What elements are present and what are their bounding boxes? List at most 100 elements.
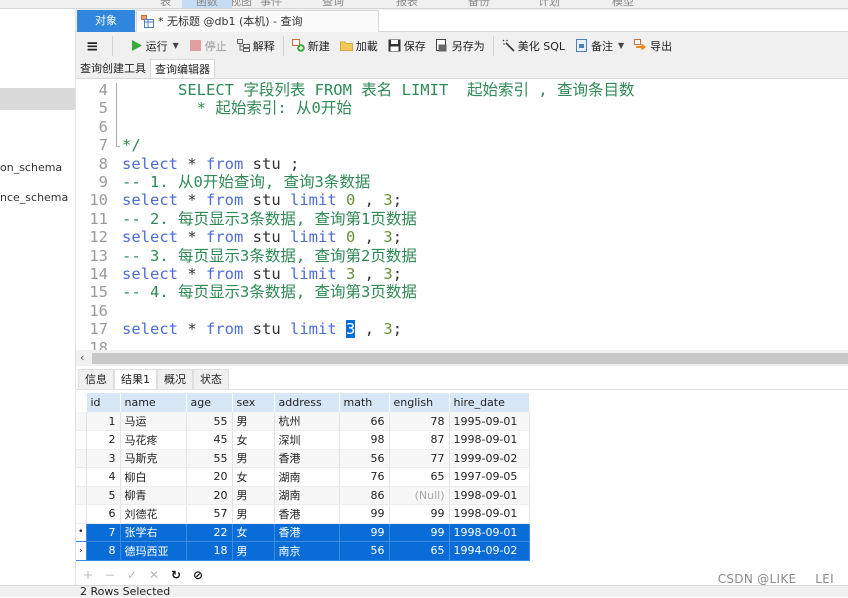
column-header-age[interactable]: age xyxy=(186,393,233,412)
cell-sex[interactable]: 女 xyxy=(232,523,275,542)
table-row[interactable]: 2 马花疼 45 女深圳 98 87 1998-09-01 xyxy=(76,430,530,450)
cell-hire-date[interactable]: 1999-09-02 xyxy=(449,449,530,468)
save-as-button[interactable]: 另存为 xyxy=(431,35,490,57)
cell-math[interactable]: 98 xyxy=(339,430,390,450)
cell-age[interactable]: 20 xyxy=(186,467,233,487)
cell-math[interactable]: 76 xyxy=(339,467,390,487)
cell-hire-date[interactable]: 1994-09-02 xyxy=(449,541,530,561)
apply-changes-icon[interactable]: ✓ xyxy=(126,568,138,582)
cell-name[interactable]: 德玛西亚 xyxy=(120,541,187,561)
menu-item-event[interactable]: 事件 xyxy=(260,0,282,8)
cell-name[interactable]: 马斯克 xyxy=(120,449,187,468)
cell-address[interactable]: 南京 xyxy=(274,541,340,561)
column-header-hire-date[interactable]: hire_date xyxy=(449,393,530,412)
column-header-math[interactable]: math xyxy=(339,393,390,412)
code-line[interactable]: 6 xyxy=(76,118,848,136)
code-line[interactable]: 15 -- 4. 每页显示3条数据, 查询第3页数据 xyxy=(76,283,848,301)
cell-id[interactable]: 3 xyxy=(86,449,121,468)
editor-horizontal-scrollbar[interactable]: ‹ xyxy=(76,350,848,366)
column-header-address[interactable]: address xyxy=(274,393,340,412)
row-header[interactable] xyxy=(76,467,87,487)
menu-item-schedule[interactable]: 计划 xyxy=(538,0,560,8)
cell-address[interactable]: 湖南 xyxy=(274,467,340,487)
cell-english[interactable]: (Null) xyxy=(389,486,450,505)
cell-address[interactable]: 香港 xyxy=(274,504,340,524)
cell-name[interactable]: 柳青 xyxy=(120,486,187,505)
table-row[interactable]: • 7 张学右 22 女香港 99 99 1998-09-01 xyxy=(76,523,530,542)
cell-sex[interactable]: 女 xyxy=(232,467,275,487)
discard-changes-icon[interactable]: ✕ xyxy=(148,568,160,582)
cell-age[interactable]: 22 xyxy=(186,523,233,542)
cell-hire-date[interactable]: 1995-09-01 xyxy=(449,412,530,431)
column-header-name[interactable]: name xyxy=(120,393,187,412)
cell-id[interactable]: 5 xyxy=(86,486,121,505)
comment-dropdown-caret-icon[interactable]: ▼ xyxy=(618,41,624,50)
cell-english[interactable]: 87 xyxy=(389,430,450,450)
stop-button[interactable]: 停止 xyxy=(184,35,232,57)
cell-id[interactable]: 8 xyxy=(86,541,121,561)
tab-result-1[interactable]: 结果1 xyxy=(114,369,157,389)
cell-hire-date[interactable]: 1998-09-01 xyxy=(449,486,530,505)
cell-id[interactable]: 7 xyxy=(86,523,121,542)
cell-address[interactable]: 香港 xyxy=(274,449,340,468)
table-row[interactable]: › 8 德玛西亚 18 男南京 56 65 1994-09-02 xyxy=(76,541,530,561)
cell-sex[interactable]: 女 xyxy=(232,430,275,450)
cell-hire-date[interactable]: 1997-09-05 xyxy=(449,467,530,487)
cell-id[interactable]: 1 xyxy=(86,412,121,431)
menu-item-query[interactable]: 查询 xyxy=(322,0,344,8)
cell-english[interactable]: 99 xyxy=(389,523,450,542)
code-line[interactable]: 5 * 起始索引: 从0开始 xyxy=(76,99,848,117)
cell-sex[interactable]: 男 xyxy=(232,486,275,505)
cell-english[interactable]: 77 xyxy=(389,449,450,468)
row-header[interactable] xyxy=(76,430,87,450)
menu-item-report[interactable]: 报表 xyxy=(396,0,418,8)
cell-address[interactable]: 杭州 xyxy=(274,412,340,431)
cell-math[interactable]: 99 xyxy=(339,504,390,524)
scrollbar-thumb[interactable] xyxy=(92,353,848,364)
cell-name[interactable]: 马运 xyxy=(120,412,187,431)
tab-query-editor[interactable]: 查询编辑器 xyxy=(150,59,215,78)
code-line[interactable]: 7 */ xyxy=(76,136,848,154)
tab-status[interactable]: 状态 xyxy=(193,369,229,389)
menu-button[interactable]: ≡ xyxy=(76,35,109,57)
cell-name[interactable]: 柳白 xyxy=(120,467,187,487)
run-dropdown-caret-icon[interactable]: ▼ xyxy=(173,41,179,50)
row-header[interactable] xyxy=(76,449,87,468)
new-query-button[interactable]: 新建 xyxy=(287,35,335,57)
cell-address[interactable]: 香港 xyxy=(274,523,340,542)
cell-name[interactable]: 张学右 xyxy=(120,523,187,542)
cell-math[interactable]: 86 xyxy=(339,486,390,505)
menu-item-backup[interactable]: 备份 xyxy=(468,0,490,8)
load-button[interactable]: 加載 xyxy=(335,35,383,57)
code-line[interactable]: 10 select * from stu limit 0 , 3; xyxy=(76,191,848,209)
code-line[interactable]: 12 select * from stu limit 0 , 3; xyxy=(76,228,848,246)
cell-sex[interactable]: 男 xyxy=(232,412,275,431)
code-line[interactable]: 11 -- 2. 每页显示3条数据, 查询第1页数据 xyxy=(76,210,848,228)
export-button[interactable]: 导出 xyxy=(629,35,677,57)
column-header-sex[interactable]: sex xyxy=(232,393,275,412)
code-line[interactable]: 16 xyxy=(76,302,848,320)
cell-address[interactable]: 深圳 xyxy=(274,430,340,450)
refresh-icon[interactable]: ↻ xyxy=(170,568,182,582)
cell-age[interactable]: 57 xyxy=(186,504,233,524)
tab-query[interactable]: * 无标题 @db1 (本机) - 查询 xyxy=(136,10,379,32)
table-row[interactable]: 4 柳白 20 女湖南 76 65 1997-09-05 xyxy=(76,467,530,487)
table-row[interactable]: 5 柳青 20 男湖南 86 (Null) 1998-09-01 xyxy=(76,486,530,505)
code-line[interactable]: 13 -- 3. 每页显示3条数据, 查询第2页数据 xyxy=(76,247,848,265)
column-header-id[interactable]: id xyxy=(86,393,121,412)
menu-item-model[interactable]: 模型 xyxy=(612,0,634,8)
cell-sex[interactable]: 男 xyxy=(232,449,275,468)
code-line[interactable]: 4 SELECT 字段列表 FROM 表名 LIMIT 起始索引 , 查询条目数 xyxy=(76,81,848,99)
row-header[interactable] xyxy=(76,412,87,431)
table-row[interactable]: 6 刘德花 57 男香港 99 99 1998-09-01 xyxy=(76,504,530,524)
cell-age[interactable]: 45 xyxy=(186,430,233,450)
cell-math[interactable]: 99 xyxy=(339,523,390,542)
add-record-icon[interactable]: + xyxy=(82,568,94,582)
cell-id[interactable]: 6 xyxy=(86,504,121,524)
tab-info[interactable]: 信息 xyxy=(78,369,114,389)
cell-id[interactable]: 2 xyxy=(86,430,121,450)
code-line[interactable]: 14 select * from stu limit 3 , 3; xyxy=(76,265,848,283)
code-line[interactable]: 18 xyxy=(76,339,848,350)
scroll-left-icon[interactable]: ‹ xyxy=(80,351,84,364)
comment-button[interactable]: 备注 ▼ xyxy=(570,35,629,57)
